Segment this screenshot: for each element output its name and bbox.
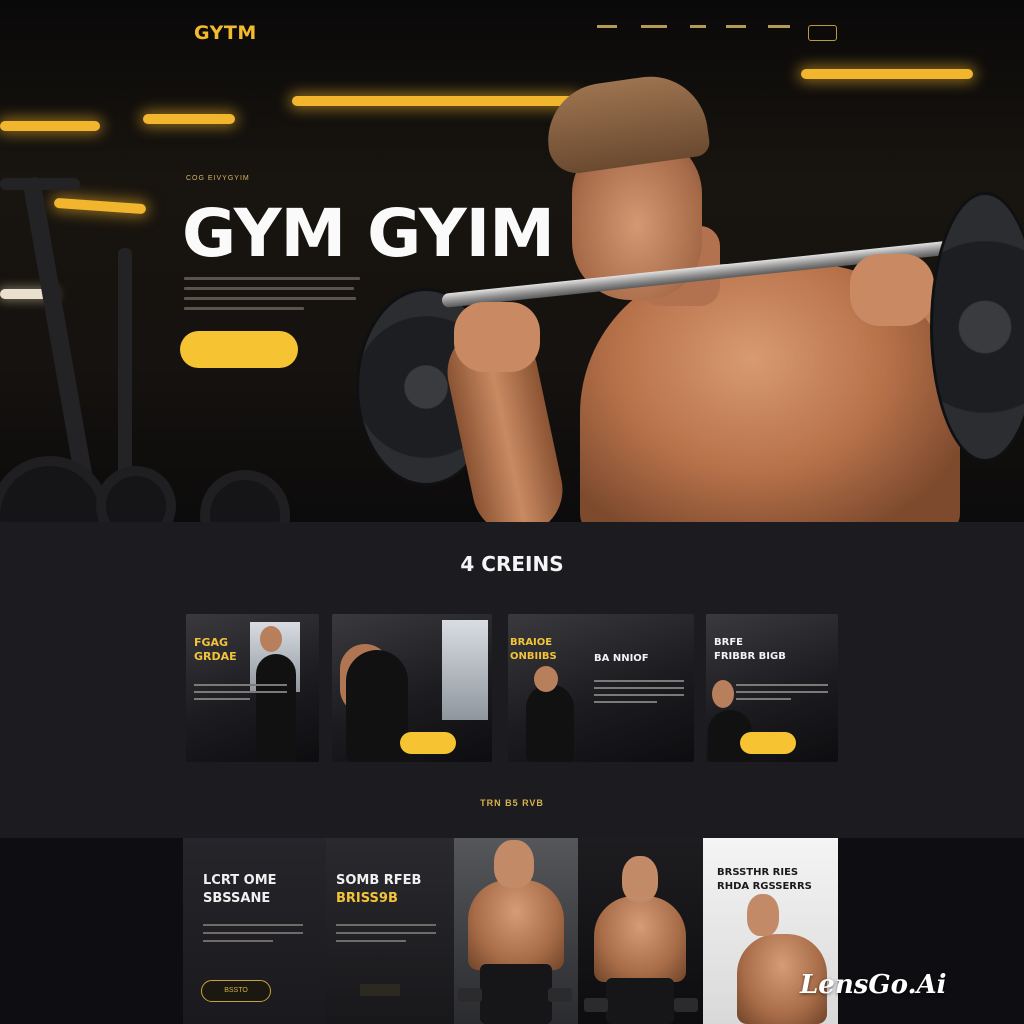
trainer-card-text	[203, 924, 303, 948]
weight-plate	[0, 456, 110, 522]
class-card-title: BRFE FRIBBR BIGB	[714, 637, 786, 662]
nav-join-button[interactable]	[808, 25, 837, 41]
classes-section: 4 CREINS FGAG GRDAE BRAIOE ONBIIBS BA NN…	[0, 522, 1024, 838]
trainee-head	[534, 666, 558, 692]
class-card[interactable]: BRFE FRIBBR BIGB	[706, 614, 838, 762]
trainee-head	[260, 626, 282, 652]
nav-item-2[interactable]	[641, 20, 667, 34]
nav-item-3[interactable]	[690, 20, 706, 34]
class-card-title: BRAIOE ONBIIBS	[510, 637, 557, 662]
trainee-head	[712, 680, 734, 708]
trainer-card-text	[336, 924, 436, 948]
trainer-card-title: SOMB RFEB BRISS9B	[336, 873, 422, 906]
class-card[interactable]	[332, 614, 492, 762]
trainee-figure	[346, 650, 408, 762]
class-card-text	[736, 684, 828, 705]
athlete-hand	[454, 302, 540, 372]
hero-section: GYTM COG EIVYGYIM GYM GYIM	[0, 0, 1024, 522]
hero-cta-button[interactable]	[180, 331, 298, 368]
hero-athlete-photo	[350, 69, 1024, 522]
class-card[interactable]: BRAIOE ONBIIBS BA NNIOF	[508, 614, 694, 762]
nav-item-4[interactable]	[726, 20, 746, 34]
trainer-card-title: LCRT OME SBSSANE	[203, 873, 277, 906]
nav-item-1[interactable]	[597, 20, 617, 34]
hero-eyebrow: COG EIVYGYIM	[186, 175, 250, 182]
ceiling-light	[143, 114, 235, 124]
class-card-title: FGAG GRDAE	[194, 636, 237, 663]
class-card-text	[594, 680, 684, 708]
trainer-card-title: BRSSTHR RIES RHDA RGSSERRS	[717, 867, 812, 892]
gym-window	[442, 620, 488, 720]
hero-description	[184, 277, 364, 317]
ceiling-light	[0, 121, 100, 131]
weight-plate	[200, 470, 290, 522]
nav-item-5[interactable]	[768, 20, 790, 34]
trainer-card[interactable]	[454, 838, 578, 1024]
trainer-card[interactable]: LCRT OME SBSSANE BSSTO	[183, 838, 326, 1024]
class-card-subtitle: BA NNIOF	[594, 653, 649, 664]
watermark-logo: LensGo.Ai	[800, 970, 947, 1000]
trainee-figure	[526, 684, 574, 762]
trainers-heading: TRN B5 RVB	[480, 798, 544, 808]
gym-rack	[0, 178, 80, 190]
weight-plate	[96, 466, 176, 522]
class-card-text	[194, 684, 288, 705]
classes-title: 4 CREINS	[460, 552, 564, 576]
trainer-card-badge	[360, 984, 400, 996]
class-card[interactable]: FGAG GRDAE	[186, 614, 319, 762]
class-card-button[interactable]	[740, 732, 796, 754]
trainer-card[interactable]: SOMB RFEB BRISS9B	[326, 838, 454, 1024]
wall-light	[53, 197, 147, 215]
class-card-button[interactable]	[400, 732, 456, 754]
trainee-figure	[256, 654, 296, 762]
athlete-hand	[850, 254, 934, 326]
trainer-card-button[interactable]: BSSTO	[201, 980, 271, 1002]
trainer-card[interactable]	[578, 838, 703, 1024]
site-logo[interactable]: GYTM	[194, 22, 257, 44]
